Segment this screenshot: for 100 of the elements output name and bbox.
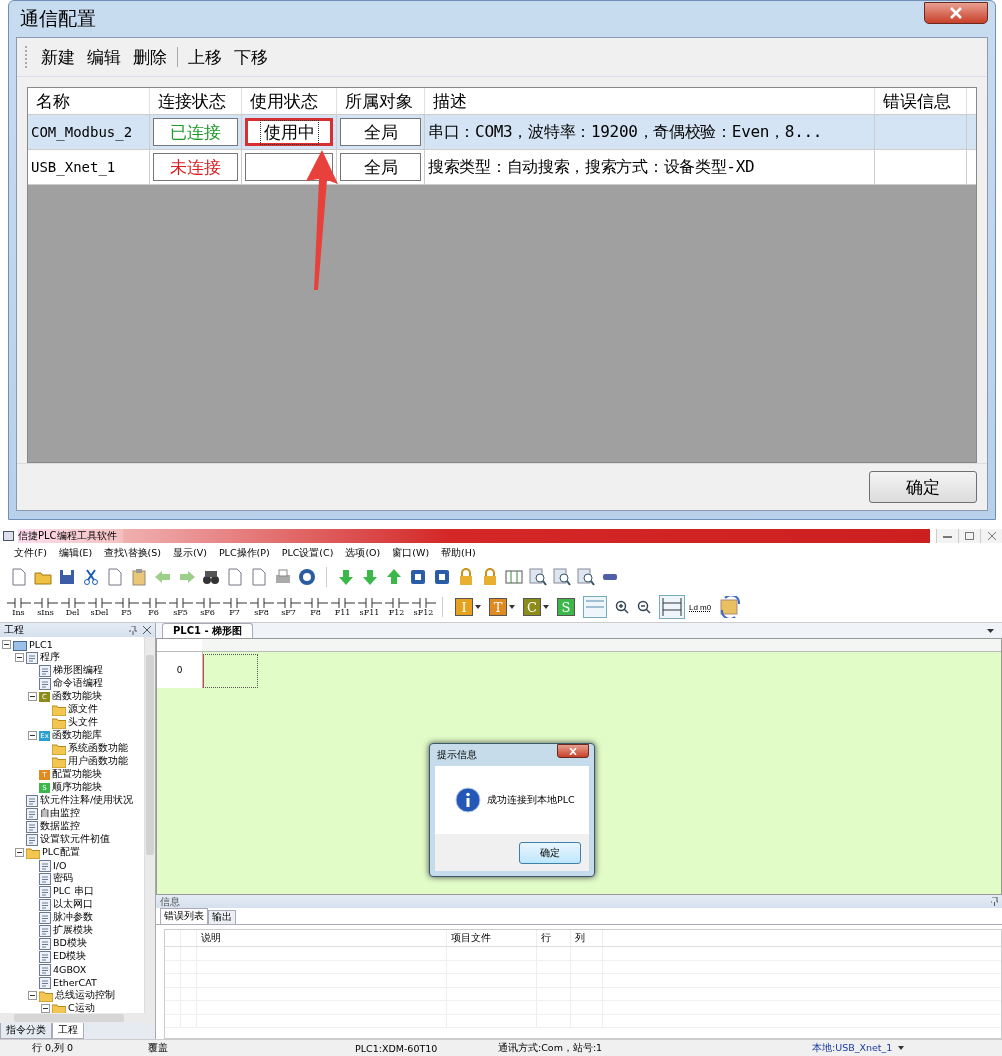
tree-item[interactable]: BD模块 — [53, 937, 87, 950]
tree-item[interactable]: 4GBOX — [53, 964, 87, 975]
down-arrow-icon[interactable] — [361, 568, 379, 586]
grid-icon[interactable] — [505, 568, 523, 586]
tree-item[interactable]: EtherCAT — [53, 977, 97, 988]
tree-item[interactable]: 总线运动控制 — [55, 989, 115, 1002]
tree-item[interactable]: 扩展模块 — [53, 924, 93, 937]
table-row[interactable]: USB_Xnet_1 未连接 全局 搜索类型：自动搜索，搜索方式：设备类型-XD — [28, 150, 976, 185]
ladder-tool-button[interactable]: F11 — [330, 597, 355, 617]
save-icon[interactable] — [58, 568, 76, 586]
menu-item[interactable]: 帮助(H) — [441, 546, 476, 560]
tree-item[interactable]: 头文件 — [68, 716, 98, 729]
dropdown-caret-icon[interactable] — [898, 1046, 905, 1050]
tree-item[interactable]: 系统函数功能 — [68, 742, 128, 755]
tree-item[interactable]: PLC配置 — [42, 846, 80, 859]
binoculars-icon[interactable] — [202, 568, 220, 586]
toolbar-button[interactable]: 上移 — [182, 43, 228, 71]
close-button[interactable] — [557, 744, 589, 758]
ok-button[interactable]: 确定 — [869, 471, 977, 503]
tree-item[interactable]: 数据监控 — [40, 820, 80, 833]
ladder-canvas[interactable]: 0 提示信息 成功连接到本地PLC 确定 — [156, 638, 1002, 895]
menu-item[interactable]: 选项(O) — [345, 546, 381, 560]
down-arrow-icon[interactable] — [337, 568, 355, 586]
dropdown-caret-icon[interactable] — [987, 629, 994, 634]
close-button[interactable] — [924, 2, 988, 24]
tree-item[interactable]: 顺序功能块 — [52, 781, 102, 794]
printer-icon[interactable] — [274, 568, 292, 586]
ladder-tool-button[interactable]: Del — [60, 597, 85, 617]
menu-item[interactable]: 显示(V) — [172, 546, 207, 560]
padlock-icon[interactable] — [457, 568, 475, 586]
tree-item[interactable]: PLC 串口 — [53, 885, 94, 898]
up-arrow-icon[interactable] — [385, 568, 403, 586]
ladder-view-icon[interactable] — [659, 595, 685, 619]
ladder-tool-button[interactable]: sDel — [87, 597, 112, 617]
clipboard-icon[interactable] — [130, 568, 148, 586]
tree-item[interactable]: 自由监控 — [40, 807, 80, 820]
tree-item[interactable]: 函数功能库 — [52, 729, 102, 742]
tree-item[interactable]: 密码 — [53, 872, 73, 885]
tree-item[interactable]: 以太网口 — [53, 898, 93, 911]
menu-item[interactable]: 查找\替换(S) — [104, 546, 161, 560]
ladder-tool-button[interactable]: sF6 — [195, 597, 220, 617]
panel-tab[interactable]: 错误列表 — [160, 908, 208, 924]
tree-item[interactable]: 脉冲参数 — [53, 911, 93, 924]
ladder-tool-button[interactable]: F5 — [114, 597, 139, 617]
menu-item[interactable]: PLC操作(P) — [218, 546, 270, 560]
expander-icon[interactable] — [2, 640, 11, 649]
convert-icon[interactable] — [719, 596, 742, 618]
tree-item[interactable]: PLC1 — [29, 639, 53, 650]
square-icon[interactable] — [409, 568, 427, 586]
tree-item[interactable]: I/O — [53, 860, 67, 871]
tree-item[interactable]: 源文件 — [68, 703, 98, 716]
expander-icon[interactable] — [28, 692, 37, 701]
cut-icon[interactable] — [82, 568, 100, 586]
instruction-list-button[interactable]: Ld m0 — [689, 602, 712, 612]
pin-icon[interactable] — [129, 625, 137, 635]
ladder-tool-button[interactable]: Ins — [6, 597, 31, 617]
ladder-tool-button[interactable]: F12 — [384, 597, 409, 617]
pin-icon[interactable] — [991, 897, 998, 906]
editor-tab[interactable]: PLC1 - 梯形图 — [162, 623, 254, 638]
ladder-tool-button[interactable]: sIns — [33, 597, 58, 617]
expander-icon[interactable] — [28, 731, 37, 740]
menu-item[interactable]: 文件(F) — [14, 546, 47, 560]
tree-item[interactable]: ED模块 — [53, 950, 87, 963]
ladder-tool-button[interactable]: F6 — [141, 597, 166, 617]
ladder-tool-button[interactable]: sF12 — [411, 597, 436, 617]
square-icon[interactable] — [433, 568, 451, 586]
toolbar-button[interactable]: 下移 — [228, 43, 274, 71]
expander-icon[interactable] — [28, 991, 37, 1000]
ladder-tool-button[interactable]: sF7 — [276, 597, 301, 617]
maximize-button[interactable] — [958, 529, 980, 543]
tree-item[interactable]: 设置软元件初值 — [40, 833, 110, 846]
expander-icon[interactable] — [41, 1004, 50, 1013]
toolbar-button[interactable]: 删除 — [127, 43, 173, 71]
ladder-tool-button[interactable]: sF8 — [249, 597, 274, 617]
scrollbar[interactable] — [0, 1013, 155, 1023]
tree-item[interactable]: 软元件注释/使用状况 — [40, 794, 134, 807]
tree-item[interactable]: 函数功能块 — [52, 690, 102, 703]
expander-icon[interactable] — [15, 653, 24, 662]
expander-icon[interactable] — [15, 848, 24, 857]
menu-item[interactable]: 编辑(E) — [58, 546, 93, 560]
magnifier-icon[interactable] — [529, 568, 547, 586]
ladder-tool-button[interactable]: sF11 — [357, 597, 382, 617]
scrollbar[interactable] — [144, 637, 155, 1013]
close-icon[interactable] — [143, 625, 151, 634]
padlock-icon[interactable] — [481, 568, 499, 586]
ok-button[interactable]: 确定 — [519, 841, 581, 864]
tree-item[interactable]: 命令语编程 — [53, 677, 103, 690]
panel-tab[interactable]: 指令分类 — [0, 1023, 52, 1039]
zoom-in-icon[interactable] — [615, 600, 629, 614]
panel-tab[interactable]: 工程 — [52, 1023, 84, 1039]
tree-item[interactable]: 配置功能块 — [52, 768, 102, 781]
magnifier-icon[interactable] — [577, 568, 595, 586]
tree-item[interactable]: 梯形图编程 — [53, 664, 103, 677]
panel-tab[interactable]: 输出 — [208, 910, 236, 924]
ladder-tool-button[interactable]: F8 — [303, 597, 328, 617]
table-row[interactable]: COM_Modbus_2 已连接 使用中 全局 串口：COM3，波特率：19200，奇偶校验：Even，8... — [28, 115, 976, 150]
magnifier-icon[interactable] — [553, 568, 571, 586]
minimize-button[interactable] — [936, 529, 958, 543]
toolbar-button[interactable]: 新建 — [35, 43, 81, 71]
tree-item[interactable]: 用户函数功能 — [68, 755, 128, 768]
